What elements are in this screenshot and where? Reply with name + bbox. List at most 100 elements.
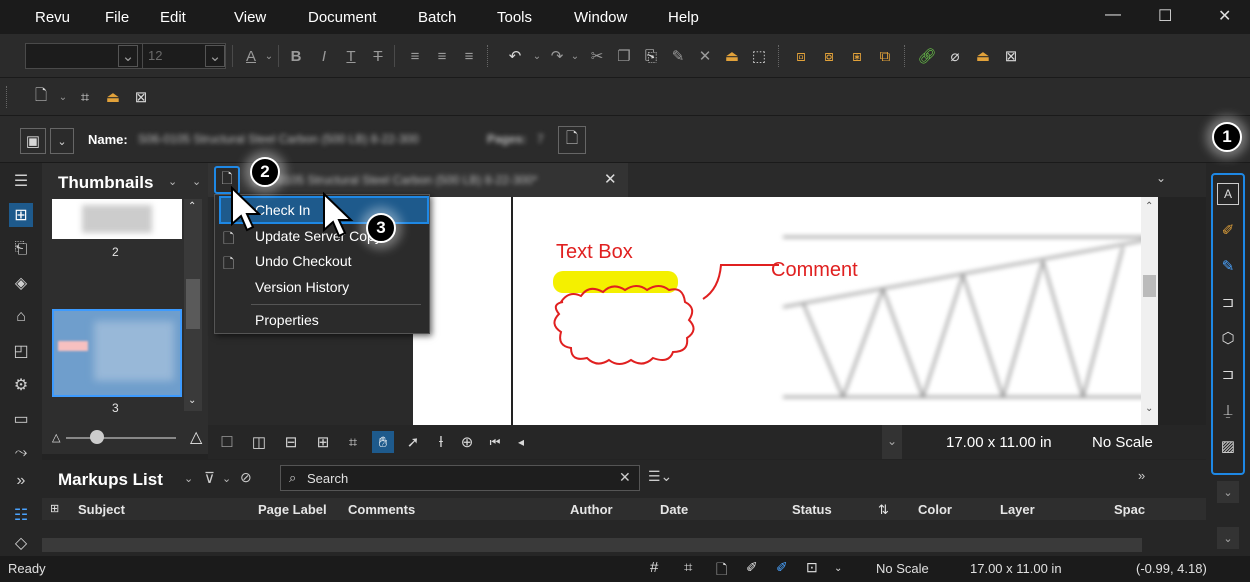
split-vertical-icon[interactable]: ◫ (248, 431, 270, 453)
signature-icon[interactable]: ⤳ (9, 441, 33, 465)
format-painter-icon[interactable]: ✎ (667, 45, 689, 67)
crop-icon[interactable]: ⌗ (74, 86, 96, 108)
menu-revu[interactable]: Revu (35, 9, 70, 26)
menu-tools[interactable]: Tools (497, 9, 532, 26)
select-area-icon[interactable]: ⬚ (748, 45, 770, 67)
copy-icon[interactable]: ❐ (613, 45, 635, 67)
filter-icon[interactable]: ⊽ (204, 469, 215, 487)
menu-item-version-history[interactable]: Version History (255, 279, 349, 295)
settings-icon[interactable]: ⚙ (9, 373, 33, 397)
column-date[interactable]: Date (660, 502, 688, 517)
clear-search-icon[interactable]: ✕ (619, 469, 631, 486)
lock-icon[interactable]: ⏏ (102, 86, 124, 108)
chevron-down-icon[interactable]: ⌄ (222, 472, 231, 485)
chevron-down-icon[interactable]: ⌄ (526, 45, 548, 67)
paste-icon[interactable]: ⎘ (640, 45, 662, 67)
bold-button[interactable]: B (285, 45, 307, 67)
add-page-icon[interactable]: 🗋︎ (558, 126, 586, 154)
snap-content-icon[interactable]: 🗋︎ (716, 559, 727, 582)
reuse-markup-icon[interactable]: ✐ (776, 559, 788, 576)
zoom-icon[interactable]: ⊕ (456, 431, 478, 453)
menu-view[interactable]: View (234, 9, 266, 26)
distribute-icon[interactable]: ⧉ (874, 45, 896, 67)
snap-markup-icon[interactable]: ✐ (746, 559, 758, 576)
sync-icon[interactable]: ⊡ (806, 559, 818, 576)
chevron-down-icon[interactable]: ⌄ (50, 128, 74, 154)
italic-button[interactable]: I (313, 45, 335, 67)
panel-list-icon[interactable]: ☰ (9, 169, 33, 193)
lock-markup-icon[interactable]: ⏏ (972, 45, 994, 67)
select-text-icon[interactable]: Ɨ (430, 431, 452, 453)
thumbnail-size-slider[interactable] (66, 437, 176, 439)
hide-icon[interactable]: ⊘ (240, 469, 252, 486)
horizontal-scrollbar[interactable] (42, 538, 1142, 552)
undo-icon[interactable]: ↶ (504, 45, 526, 67)
expand-icon[interactable]: » (9, 469, 33, 493)
image-tool-icon[interactable]: ▨ (1217, 435, 1239, 457)
scale-readout[interactable]: No Scale (1092, 434, 1153, 451)
menu-document[interactable]: Document (308, 9, 376, 26)
layers-icon[interactable]: ◇ (9, 531, 33, 555)
text-box-tool-icon[interactable]: A (1217, 183, 1239, 205)
align-center-objects-icon[interactable]: ⧆ (846, 45, 868, 67)
cloud-markup[interactable] (541, 257, 781, 367)
chevron-down-icon[interactable]: ⌄ (882, 425, 902, 459)
link-icon[interactable]: 🔗︎ (916, 45, 938, 67)
chevron-down-icon[interactable]: ⌄ (564, 45, 586, 67)
document-scrollbar[interactable]: ⌃ ⌄ (1141, 197, 1158, 425)
align-center-icon[interactable]: ≡ (431, 45, 453, 67)
column-page-label[interactable]: Page Label (258, 502, 327, 517)
highlight-tool-icon[interactable]: ✐ (1217, 219, 1239, 241)
align-right-icon[interactable]: ≡ (458, 45, 480, 67)
minimize-button[interactable]: — (1105, 6, 1121, 24)
expand-all-icon[interactable]: ⊞ (50, 502, 59, 515)
spaces-icon[interactable]: ◰ (9, 339, 33, 363)
chevron-down-icon[interactable]: ⌄ (834, 563, 842, 574)
close-tab-icon[interactable]: ✕ (604, 170, 617, 188)
chevron-down-icon[interactable]: ⌄ (118, 45, 138, 67)
strikethrough-button[interactable]: T (367, 45, 389, 67)
new-document-icon[interactable]: 🗋︎ (30, 86, 52, 108)
expand-icon[interactable]: » (1138, 468, 1145, 483)
align-left-icon[interactable]: ≡ (404, 45, 426, 67)
cut-icon[interactable]: ✂ (586, 45, 608, 67)
status-scale[interactable]: No Scale (876, 561, 929, 576)
pen-tool-icon[interactable]: ✎ (1217, 255, 1239, 277)
callout-tool-icon[interactable]: ⊐ (1217, 291, 1239, 313)
cloud-tool-icon[interactable]: ⬡ (1217, 327, 1239, 349)
close-button[interactable]: ✕ (1218, 6, 1231, 26)
column-space[interactable]: Spac (1114, 502, 1145, 517)
chevron-down-icon[interactable]: ⌄ (52, 86, 74, 108)
thumbnails-panel-icon[interactable]: ⊞ (9, 203, 33, 227)
align-top-objects-icon[interactable]: ⧇ (818, 45, 840, 67)
layers-icon[interactable]: ◈ (9, 271, 33, 295)
menu-file[interactable]: File (105, 9, 129, 26)
hide-markup-icon[interactable]: ⊠ (1000, 45, 1022, 67)
thumbnails-scrollbar[interactable]: ⌃ ⌄ (184, 199, 202, 411)
column-comments[interactable]: Comments (348, 502, 415, 517)
hide-icon[interactable]: ⊠ (130, 86, 152, 108)
markups-list-icon[interactable]: ☷ (9, 503, 33, 527)
column-layer[interactable]: Layer (1000, 502, 1035, 517)
chevron-down-icon[interactable]: ⌄ (1217, 527, 1239, 549)
lock-icon[interactable]: ⏏ (721, 45, 743, 67)
thumbnail-page-3[interactable] (52, 309, 182, 397)
studio-document-icon[interactable]: ▣ (20, 128, 46, 154)
chevron-down-icon[interactable]: ⌄ (192, 175, 201, 188)
column-author[interactable]: Author (570, 502, 613, 517)
menu-window[interactable]: Window (574, 9, 627, 26)
column-status[interactable]: Status (792, 502, 832, 517)
measure-icon[interactable]: ▭ (9, 407, 33, 431)
column-color[interactable]: Color (918, 502, 952, 517)
chevron-down-icon[interactable]: ⌄ (184, 472, 193, 485)
menu-edit[interactable]: Edit (160, 9, 186, 26)
grid-snap-icon[interactable]: ⊞ (312, 431, 334, 453)
column-settings-icon[interactable]: ⇅ (878, 502, 889, 518)
menu-help[interactable]: Help (668, 9, 699, 26)
attachment-icon[interactable]: ⌀ (944, 45, 966, 67)
search-field[interactable]: ⌕ Search ✕ (280, 465, 640, 491)
list-options-icon[interactable]: ☰⌄ (648, 468, 672, 485)
chevron-down-icon[interactable]: ⌄ (168, 175, 177, 188)
chevron-down-icon[interactable]: ⌄ (1217, 481, 1239, 503)
thumbnail-page-2[interactable] (52, 199, 182, 239)
